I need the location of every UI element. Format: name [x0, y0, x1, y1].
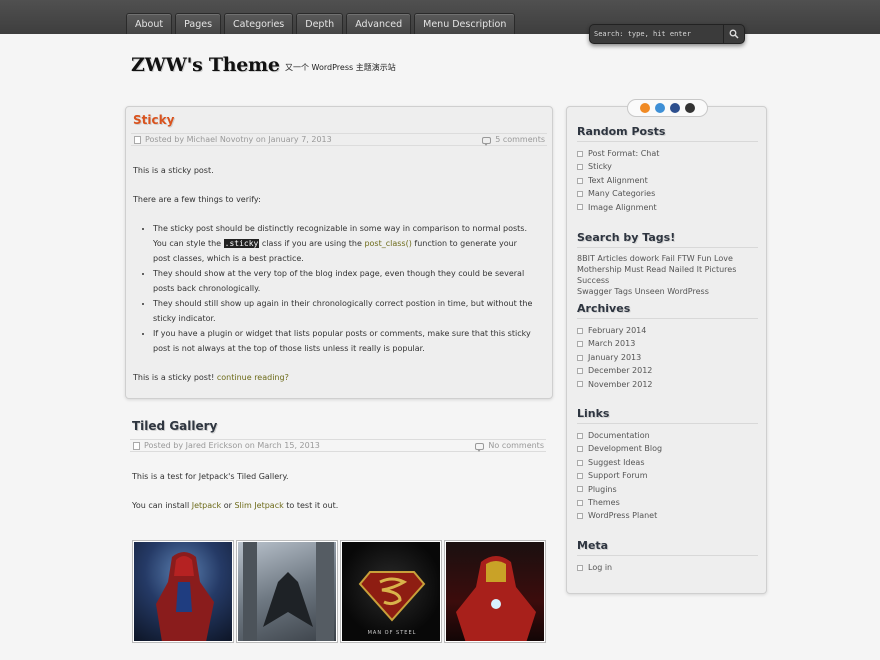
list-item: They should show at the very top of the … [153, 266, 533, 296]
search-input[interactable] [590, 25, 723, 43]
jetpack-link[interactable]: Jetpack [192, 501, 221, 510]
github-icon[interactable] [685, 103, 695, 113]
post-byline: Posted by Michael Novotny on January 7, … [145, 135, 332, 144]
archives-list: February 2014 March 2013 January 2013 De… [577, 324, 758, 391]
list-item: The sticky post should be distinctly rec… [153, 221, 533, 266]
archives-widget: Archives February 2014 March 2013 Januar… [577, 302, 758, 391]
tag-cloud[interactable]: 8BIT Articles dowork Fail FTW Fun Love M… [577, 253, 758, 297]
sticky-class-code: .sticky [223, 239, 260, 248]
nav-tab-pages[interactable]: Pages [175, 13, 222, 34]
site-description: 又一个 WordPress 主题演示站 [285, 63, 396, 72]
nav-tab-about[interactable]: About [126, 13, 173, 34]
links-list: Documentation Development Blog Suggest I… [577, 429, 758, 523]
comments-link[interactable]: 5 comments [495, 134, 545, 146]
post-list: The sticky post should be distinctly rec… [153, 221, 533, 356]
post-class-link[interactable]: post_class() [364, 239, 411, 248]
list-item: If you have a plugin or widget that list… [153, 326, 533, 356]
post-meta: Posted by Jared Erickson on March 15, 20… [130, 439, 546, 452]
post-body: This is a test for Jetpack's Tiled Galle… [132, 469, 532, 513]
iron-man-image [446, 542, 544, 641]
gallery-thumb[interactable] [236, 540, 338, 643]
spider-man-image [134, 542, 232, 641]
comment-icon [482, 136, 492, 146]
post-paragraph: This is a sticky post! continue reading? [133, 373, 289, 382]
list-item[interactable]: Themes [577, 496, 758, 509]
list-item[interactable]: Post Format: Chat [577, 147, 758, 160]
post-icon [133, 442, 140, 450]
list-item[interactable]: Plugins [577, 483, 758, 496]
rss-icon[interactable] [640, 103, 650, 113]
list-item[interactable]: Support Forum [577, 469, 758, 482]
widget-title: Meta [577, 539, 758, 556]
gallery-post: Tiled Gallery Posted by Jared Erickson o… [125, 413, 553, 653]
post-byline: Posted by Jared Erickson on March 15, 20… [144, 441, 320, 450]
batman-image [238, 542, 336, 641]
meta-list: Log in [577, 561, 758, 574]
list-item[interactable]: January 2013 [577, 351, 758, 364]
weibo-icon[interactable] [655, 103, 665, 113]
sidebar: Random Posts Post Format: Chat Sticky Te… [566, 99, 767, 594]
slim-jetpack-link[interactable]: Slim Jetpack [234, 501, 283, 510]
list-item[interactable]: Text Alignment [577, 174, 758, 187]
list-item[interactable]: Image Alignment [577, 201, 758, 214]
list-item[interactable]: Sticky [577, 160, 758, 173]
post-paragraph: You can install Jetpack or Slim Jetpack … [132, 501, 339, 510]
tiled-gallery: MAN OF STEEL [132, 540, 546, 643]
links-widget: Links Documentation Development Blog Sug… [577, 407, 758, 523]
list-item[interactable]: November 2012 [577, 378, 758, 391]
search-button[interactable] [723, 25, 744, 43]
list-item[interactable]: Suggest Ideas [577, 456, 758, 469]
list-item[interactable]: Documentation [577, 429, 758, 442]
main-nav: About Pages Categories Depth Advanced Me… [126, 13, 516, 34]
post-paragraph: This is a sticky post. [133, 166, 214, 175]
search-icon [729, 29, 739, 39]
list-item[interactable]: March 2013 [577, 337, 758, 350]
gallery-thumb[interactable] [444, 540, 546, 643]
list-item[interactable]: WordPress Planet [577, 509, 758, 522]
nav-tab-categories[interactable]: Categories [224, 13, 294, 34]
widget-title: Random Posts [577, 125, 758, 142]
random-posts-widget: Random Posts Post Format: Chat Sticky Te… [577, 125, 758, 214]
widget-title: Archives [577, 302, 758, 319]
man-of-steel-image: MAN OF STEEL [342, 542, 440, 641]
post-paragraph: This is a test for Jetpack's Tiled Galle… [132, 472, 289, 481]
facebook-icon[interactable] [670, 103, 680, 113]
post-title[interactable]: Tiled Gallery [132, 419, 217, 433]
random-posts-list: Post Format: Chat Sticky Text Alignment … [577, 147, 758, 214]
login-link[interactable]: Log in [577, 561, 758, 574]
list-item[interactable]: Many Categories [577, 187, 758, 200]
comments-link[interactable]: No comments [488, 440, 544, 452]
widget-title: Links [577, 407, 758, 424]
meta-widget: Meta Log in [577, 539, 758, 574]
post-paragraph: There are a few things to verify: [133, 195, 261, 204]
list-item[interactable]: December 2012 [577, 364, 758, 377]
tags-widget: Search by Tags! 8BIT Articles dowork Fai… [577, 231, 758, 297]
social-links [627, 99, 708, 117]
list-item: They should still show up again in their… [153, 296, 533, 326]
list-item[interactable]: Development Blog [577, 442, 758, 455]
comment-icon [475, 442, 485, 452]
continue-reading-link[interactable]: continue reading? [217, 373, 289, 382]
nav-tab-menu-description[interactable]: Menu Description [414, 13, 516, 34]
post-meta: Posted by Michael Novotny on January 7, … [131, 133, 547, 146]
post-icon [134, 136, 141, 144]
sticky-post: Sticky Posted by Michael Novotny on Janu… [125, 106, 553, 399]
post-body: This is a sticky post. There are a few t… [133, 163, 533, 385]
movie-caption: MAN OF STEEL [368, 630, 417, 636]
site-title[interactable]: ZWW's Theme [131, 54, 280, 76]
widget-title: Search by Tags! [577, 231, 758, 248]
nav-tab-advanced[interactable]: Advanced [346, 13, 412, 34]
gallery-thumb[interactable]: MAN OF STEEL [340, 540, 442, 643]
list-item[interactable]: February 2014 [577, 324, 758, 337]
post-title[interactable]: Sticky [133, 113, 174, 127]
nav-tab-depth[interactable]: Depth [296, 13, 344, 34]
search-box [589, 24, 745, 44]
gallery-thumb[interactable] [132, 540, 234, 643]
